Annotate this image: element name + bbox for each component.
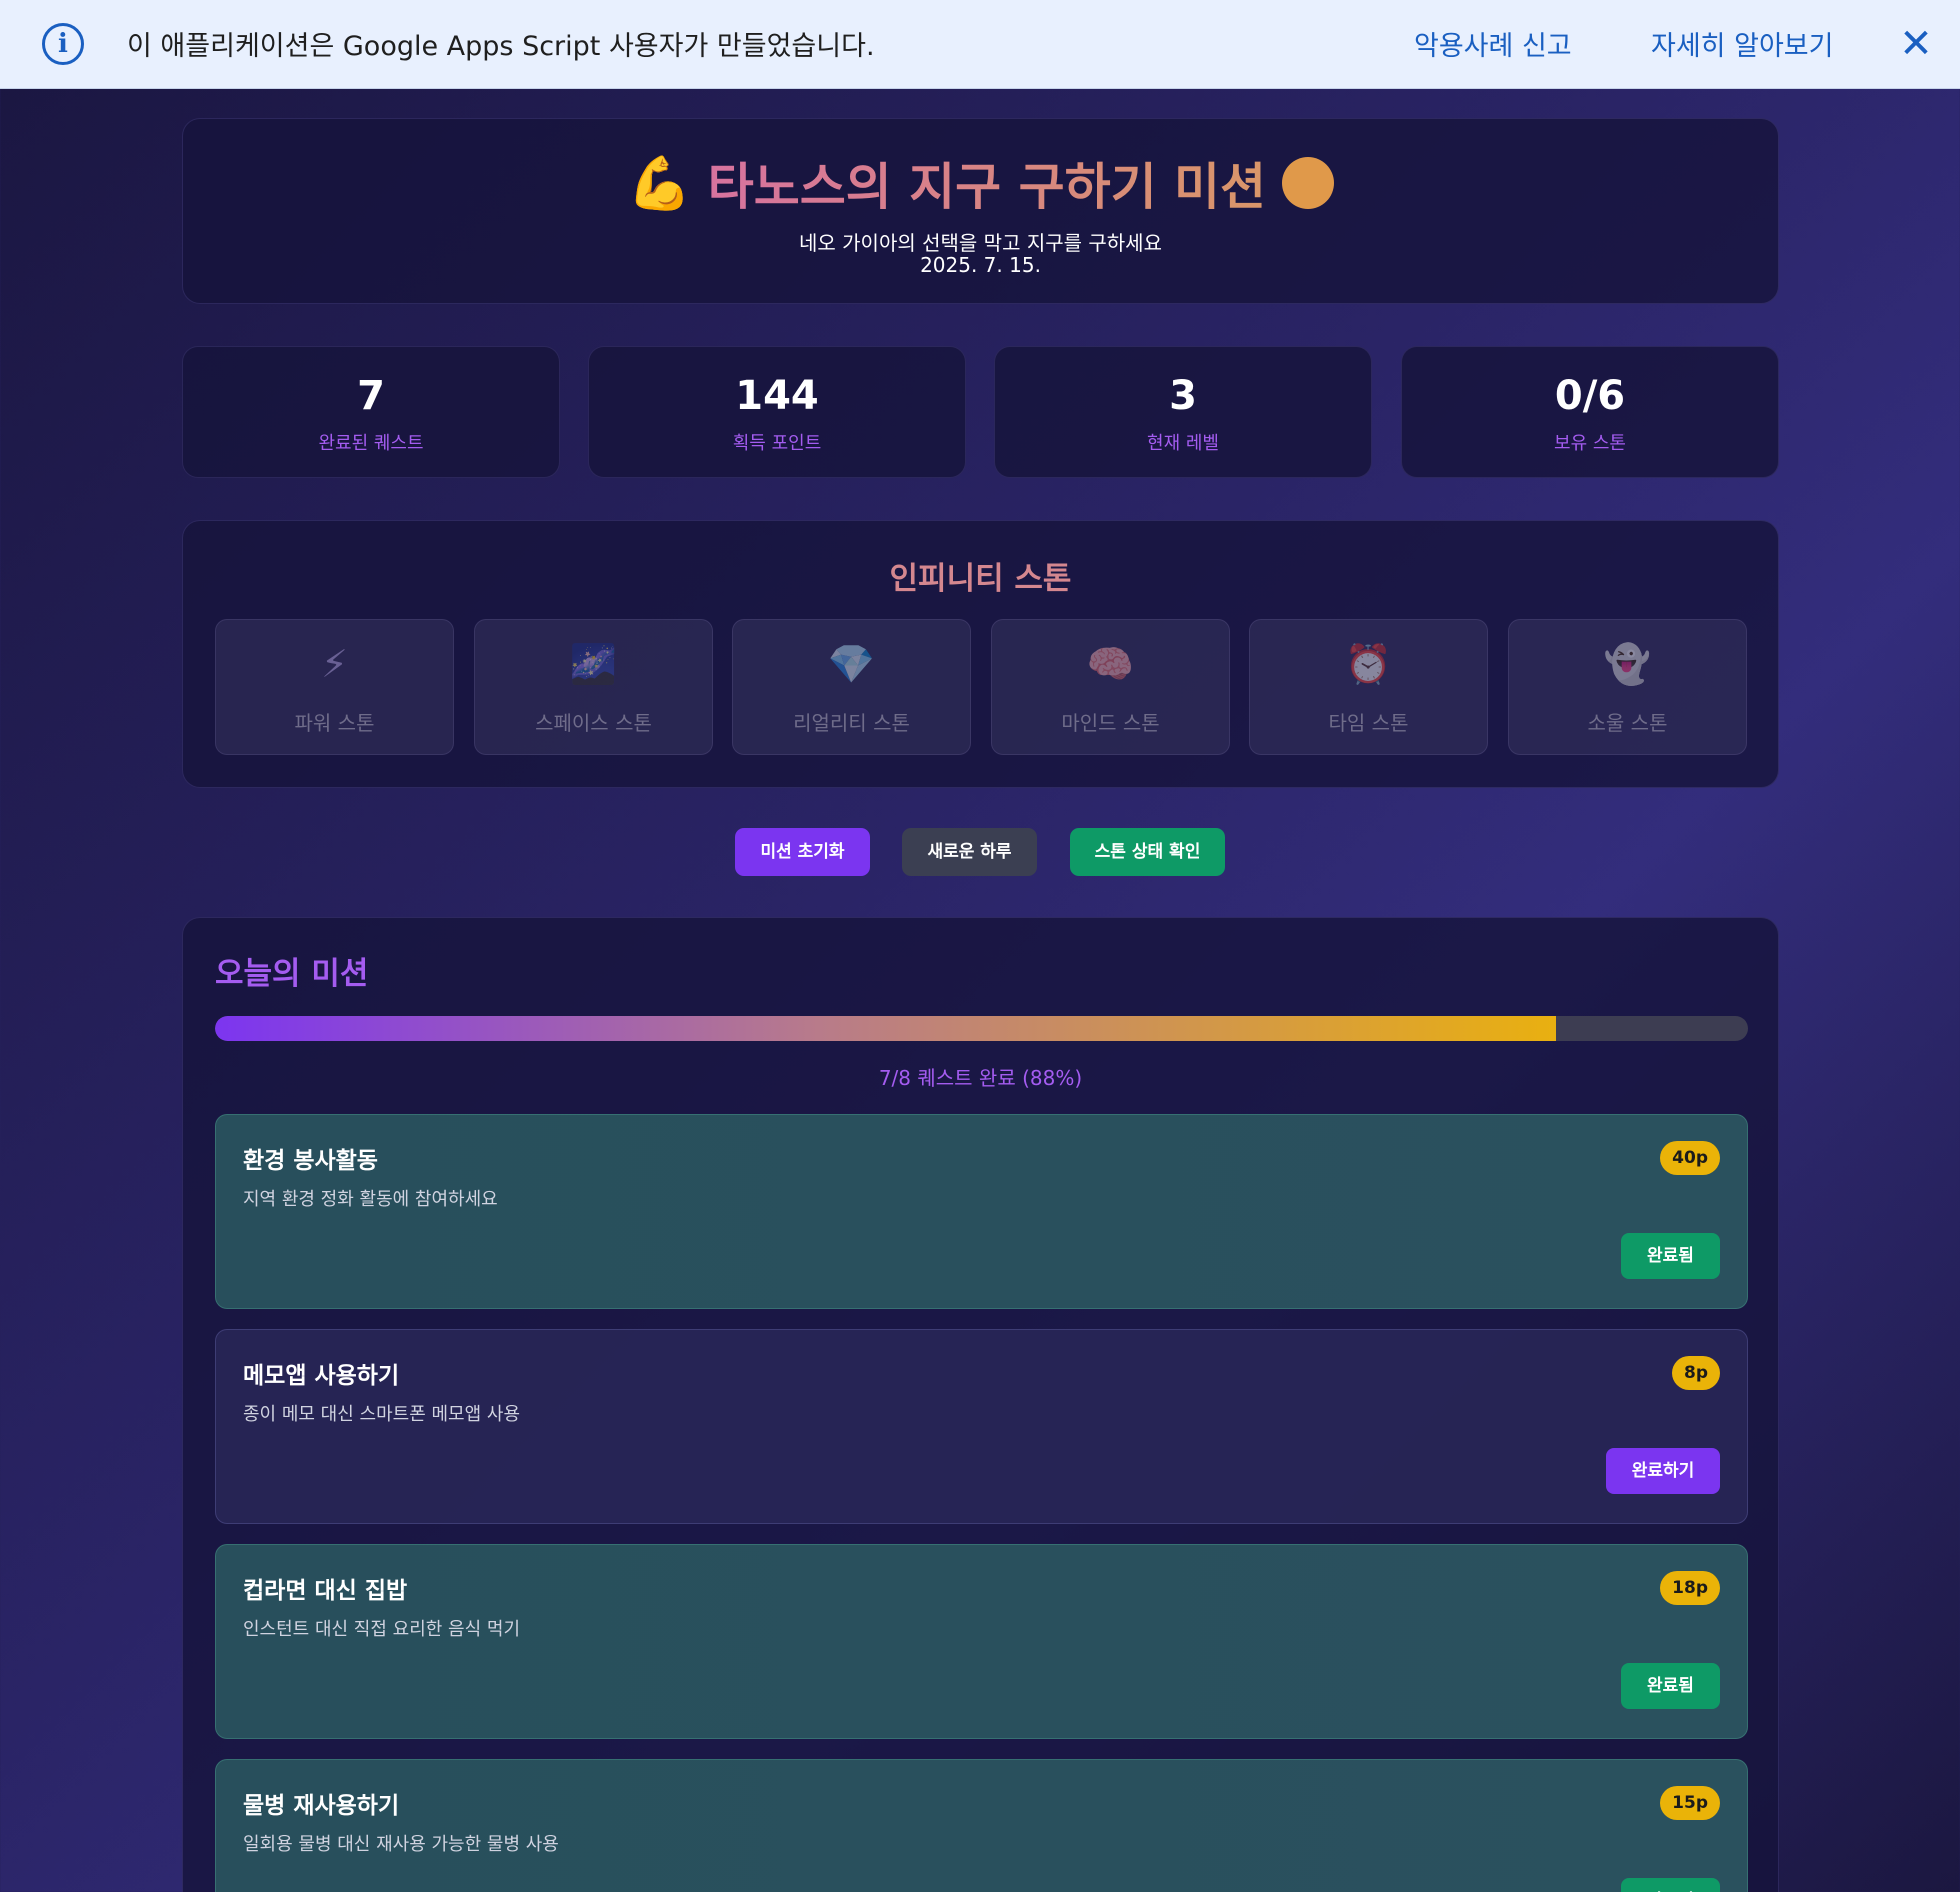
- stone-label: 리얼리티 스톤: [793, 711, 910, 735]
- mission-card: 물병 재사용하기 일회용 물병 대신 재사용 가능한 물병 사용 15p 완료됨: [215, 1759, 1748, 1892]
- subtitle: 네오 가이아의 선택을 막고 지구를 구하세요: [799, 231, 1162, 255]
- complete-button[interactable]: 완료하기: [1606, 1448, 1720, 1494]
- header-panel: 💪 타노스의 지구 구하기 미션 네오 가이아의 선택을 막고 지구를 구하세요…: [182, 118, 1779, 304]
- completed-button[interactable]: 완료됨: [1621, 1663, 1720, 1709]
- progress-bar: [215, 1016, 1748, 1041]
- lightning-icon: ⚡: [321, 642, 348, 686]
- stone-mind[interactable]: 🧠 마인드 스톤: [991, 619, 1230, 755]
- learn-more-link[interactable]: 자세히 알아보기: [1651, 24, 1833, 63]
- stone-label: 마인드 스톤: [1061, 711, 1160, 735]
- stone-power[interactable]: ⚡ 파워 스톤: [215, 619, 454, 755]
- mission-card: 컵라면 대신 집밥 인스턴트 대신 직접 요리한 음식 먹기 18p 완료됨: [215, 1544, 1748, 1739]
- stat-stones: 0/6 보유 스톤: [1401, 346, 1779, 478]
- stone-reality[interactable]: 💎 리얼리티 스톤: [732, 619, 971, 755]
- new-day-button[interactable]: 새로운 하루: [902, 828, 1037, 876]
- mission-title: 메모앱 사용하기: [243, 1363, 400, 1389]
- stat-level: 3 현재 레벨: [994, 346, 1372, 478]
- report-abuse-link[interactable]: 악용사례 신고: [1414, 24, 1572, 63]
- flexed-biceps-icon: 💪: [627, 153, 692, 214]
- stat-value: 7: [357, 373, 385, 419]
- page-title: 💪 타노스의 지구 구하기 미션: [183, 147, 1778, 219]
- mission-card: 환경 봉사활동 지역 환경 정화 활동에 참여하세요 40p 완료됨: [215, 1114, 1748, 1309]
- stat-completed-quests: 7 완료된 퀘스트: [182, 346, 560, 478]
- info-icon: i: [42, 23, 84, 65]
- alarm-clock-icon: ⏰: [1344, 642, 1393, 686]
- stat-label: 완료된 퀘스트: [318, 433, 424, 454]
- mission-description: 인스턴트 대신 직접 요리한 음식 먹기: [243, 1619, 521, 1640]
- stat-label: 보유 스톤: [1554, 433, 1626, 454]
- mission-title: 환경 봉사활동: [243, 1148, 378, 1174]
- apps-script-banner: i 이 애플리케이션은 Google Apps Script 사용자가 만들었습…: [0, 0, 1960, 89]
- progress-fill: [215, 1016, 1557, 1041]
- points-badge: 15p: [1660, 1786, 1720, 1820]
- brain-icon: 🧠: [1086, 642, 1135, 686]
- mission-title: 컵라면 대신 집밥: [243, 1578, 408, 1604]
- missions-panel: 오늘의 미션 7/8 퀘스트 완료 (88%) 환경 봉사활동 지역 환경 정화…: [182, 917, 1779, 1892]
- completed-button[interactable]: 완료됨: [1621, 1878, 1720, 1892]
- stat-value: 0/6: [1554, 373, 1626, 419]
- stat-label: 획득 포인트: [732, 433, 822, 454]
- banner-text: 이 애플리케이션은 Google Apps Script 사용자가 만들었습니다…: [127, 31, 875, 62]
- stone-time[interactable]: ⏰ 타임 스톤: [1249, 619, 1488, 755]
- stones-title: 인피니티 스톤: [889, 561, 1072, 597]
- progress-text: 7/8 퀘스트 완료 (88%): [878, 1066, 1083, 1090]
- check-stones-button[interactable]: 스톤 상태 확인: [1070, 828, 1225, 876]
- stone-label: 타임 스톤: [1328, 711, 1409, 735]
- points-badge: 40p: [1660, 1141, 1720, 1175]
- date: 2025. 7. 15.: [920, 253, 1041, 277]
- stat-value: 3: [1169, 373, 1197, 419]
- mission-card: 메모앱 사용하기 종이 메모 대신 스마트폰 메모앱 사용 8p 완료하기: [215, 1329, 1748, 1524]
- stat-label: 현재 레벨: [1147, 433, 1219, 454]
- gem-icon: 💎: [827, 642, 876, 686]
- orange-circle-icon: [1281, 157, 1334, 209]
- close-icon[interactable]: ✕: [1896, 24, 1936, 64]
- points-badge: 18p: [1660, 1571, 1720, 1605]
- stone-label: 스페이스 스톤: [535, 711, 652, 735]
- stone-label: 소울 스톤: [1587, 711, 1668, 735]
- ghost-icon: 👻: [1603, 642, 1652, 686]
- points-badge: 8p: [1672, 1356, 1720, 1390]
- stone-label: 파워 스톤: [294, 711, 375, 735]
- mission-description: 일회용 물병 대신 재사용 가능한 물병 사용: [243, 1834, 559, 1855]
- title-text: 타노스의 지구 구하기 미션: [708, 147, 1266, 219]
- mission-description: 지역 환경 정화 활동에 참여하세요: [243, 1189, 498, 1210]
- reset-mission-button[interactable]: 미션 초기화: [735, 828, 870, 876]
- missions-title: 오늘의 미션: [215, 956, 369, 992]
- stone-space[interactable]: 🌌 스페이스 스톤: [474, 619, 713, 755]
- mission-title: 물병 재사용하기: [243, 1793, 400, 1819]
- infinity-stones-panel: 인피니티 스톤 ⚡ 파워 스톤 🌌 스페이스 스톤 💎 리얼리티 스톤 🧠 마인…: [182, 520, 1779, 788]
- mission-description: 종이 메모 대신 스마트폰 메모앱 사용: [243, 1404, 521, 1425]
- stone-soul[interactable]: 👻 소울 스톤: [1508, 619, 1747, 755]
- stat-points: 144 획득 포인트: [588, 346, 966, 478]
- completed-button[interactable]: 완료됨: [1621, 1233, 1720, 1279]
- stat-value: 144: [735, 373, 819, 419]
- galaxy-icon: 🌌: [569, 642, 618, 686]
